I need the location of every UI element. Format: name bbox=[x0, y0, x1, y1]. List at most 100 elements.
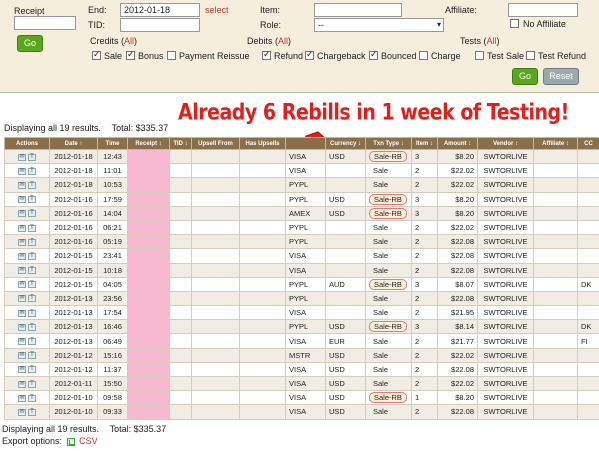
email-icon[interactable]: ✉ bbox=[18, 309, 26, 317]
charge-checkbox[interactable] bbox=[419, 51, 428, 60]
reset-button[interactable]: Reset bbox=[543, 68, 579, 85]
text-icon[interactable]: T bbox=[28, 238, 36, 246]
item-input[interactable] bbox=[314, 3, 402, 17]
column-header[interactable]: Upsell From bbox=[191, 137, 240, 150]
text-icon[interactable]: T bbox=[28, 224, 36, 232]
text-icon[interactable]: T bbox=[28, 323, 36, 331]
affiliate-cell bbox=[533, 404, 578, 420]
text-icon[interactable]: T bbox=[28, 210, 36, 218]
tests-all-link[interactable]: All bbox=[487, 36, 497, 46]
email-icon[interactable]: ✉ bbox=[18, 323, 26, 331]
test-refund-checkbox[interactable] bbox=[526, 51, 535, 60]
test-sale-checkbox[interactable] bbox=[475, 51, 484, 60]
text-icon[interactable]: T bbox=[28, 181, 36, 189]
no-affiliate-checkbox[interactable] bbox=[510, 19, 519, 28]
email-icon[interactable]: ✉ bbox=[18, 181, 26, 189]
table-row[interactable]: ✉ T 2012-01-16 05:19 PYPL Sale 2 $22.08 SWTORLIV… bbox=[4, 234, 599, 250]
text-icon[interactable]: T bbox=[28, 281, 36, 289]
go-button-left[interactable]: Go bbox=[17, 35, 43, 52]
column-header[interactable]: Txn Type ↕ bbox=[365, 137, 412, 150]
table-row[interactable]: ✉ T 2012-01-10 09:58 VISA USD Sale-RB 1 $8.20 SWT… bbox=[4, 390, 599, 406]
table-row[interactable]: ✉ T 2012-01-15 10:18 VISA Sale 2 $22.08 SWTORLIV… bbox=[4, 262, 599, 278]
email-icon[interactable]: ✉ bbox=[18, 252, 26, 260]
debits-all-link[interactable]: All bbox=[278, 36, 288, 46]
column-header[interactable]: Amount ↕ bbox=[437, 137, 478, 150]
table-row[interactable]: ✉ T 2012-01-16 14:04 AMEX USD Sale-RB 3 $8.20 SWT… bbox=[4, 205, 599, 221]
column-header[interactable]: Actions bbox=[4, 137, 50, 150]
email-icon[interactable]: ✉ bbox=[18, 408, 26, 416]
text-icon[interactable]: T bbox=[28, 153, 36, 161]
affiliate-input[interactable] bbox=[508, 3, 578, 17]
email-icon[interactable]: ✉ bbox=[18, 238, 26, 246]
chargeback-checkbox[interactable] bbox=[305, 49, 314, 60]
table-row[interactable]: ✉ T 2012-01-18 12:43 VISA USD Sale-RB 3 $8.20 SWT… bbox=[4, 148, 599, 165]
column-header[interactable]: Vendor ↕ bbox=[477, 137, 534, 150]
column-header[interactable]: Currency ↕ bbox=[325, 137, 366, 150]
table-row[interactable]: ✉ T 2012-01-13 23:56 PYPL Sale 2 $22.08 SWTORLIV… bbox=[4, 290, 599, 307]
table-row[interactable]: ✉ T 2012-01-16 17:59 PYPL USD Sale-RB 3 $8.20 SWT… bbox=[4, 191, 599, 207]
table-row[interactable]: ✉ T 2012-01-18 10:53 PYPL Sale 2 $22.02 SWTORLIV… bbox=[4, 177, 599, 193]
table-row[interactable]: ✉ T 2012-01-13 17:54 VISA Sale 2 $21.95 SWTORLIV… bbox=[4, 305, 599, 321]
column-header[interactable]: Item ↕ bbox=[411, 137, 438, 150]
tid-cell bbox=[169, 390, 192, 406]
text-icon[interactable]: T bbox=[28, 338, 36, 346]
email-icon[interactable]: ✉ bbox=[18, 196, 26, 204]
table-row[interactable]: ✉ T 2012-01-13 16:46 PYPL USD Sale-RB 3 $8.14 SWT… bbox=[4, 319, 599, 335]
credits-all-link[interactable]: All bbox=[124, 36, 134, 46]
bonus-checkbox[interactable] bbox=[126, 49, 135, 60]
email-icon[interactable]: ✉ bbox=[18, 224, 26, 232]
csv-export-link[interactable]: CSV bbox=[79, 436, 98, 446]
table-row[interactable]: ✉ T 2012-01-15 23:41 VISA Sale 2 $22.08 SWTORLIV… bbox=[4, 248, 599, 264]
email-icon[interactable]: ✉ bbox=[18, 380, 26, 388]
email-icon[interactable]: ✉ bbox=[18, 295, 26, 303]
text-icon[interactable]: T bbox=[28, 394, 36, 402]
text-icon[interactable]: T bbox=[28, 295, 36, 303]
email-icon[interactable]: ✉ bbox=[18, 281, 26, 289]
table-row[interactable]: ✉ T 2012-01-13 06:49 VISA EUR Sale 2 $21.77 SWTOR… bbox=[4, 333, 599, 349]
sale-checkbox[interactable] bbox=[92, 49, 101, 60]
table-row[interactable]: ✉ T 2012-01-18 11:01 VISA Sale 2 $22.02 SWTORLIV… bbox=[4, 163, 599, 179]
text-icon[interactable]: T bbox=[28, 309, 36, 317]
column-header[interactable]: Has Upsells bbox=[239, 137, 286, 150]
text-icon[interactable]: T bbox=[28, 380, 36, 388]
table-row[interactable]: ✉ T 2012-01-10 09:33 VISA USD Sale 2 $22.08 SWTOR… bbox=[4, 404, 599, 420]
role-select[interactable]: -- ▾ bbox=[314, 18, 444, 32]
email-icon[interactable]: ✉ bbox=[18, 210, 26, 218]
email-icon[interactable]: ✉ bbox=[18, 352, 26, 360]
txn-type-cell: Sale bbox=[365, 404, 412, 420]
receipt-input[interactable] bbox=[14, 16, 76, 30]
email-icon[interactable]: ✉ bbox=[18, 366, 26, 374]
text-icon[interactable]: T bbox=[28, 408, 36, 416]
column-header[interactable]: Date ↑ bbox=[49, 137, 98, 150]
go-button[interactable]: Go bbox=[512, 68, 538, 85]
table-row[interactable]: ✉ T 2012-01-15 04:05 PYPL AUD Sale-RB 3 $8.07 SWT… bbox=[4, 276, 599, 292]
select-date-link[interactable]: select bbox=[205, 5, 229, 15]
tid-input[interactable] bbox=[120, 18, 200, 32]
email-icon[interactable]: ✉ bbox=[18, 338, 26, 346]
column-header[interactable]: Affiliate ↕ bbox=[533, 137, 578, 150]
text-icon[interactable]: T bbox=[28, 196, 36, 204]
column-header[interactable]: Receipt ↕ bbox=[127, 137, 170, 150]
bounced-checkbox[interactable] bbox=[369, 49, 378, 60]
table-row[interactable]: ✉ T 2012-01-12 15:16 MSTR USD Sale 2 $22.02 SWTOR… bbox=[4, 347, 599, 363]
column-header[interactable]: Time bbox=[97, 137, 128, 150]
email-icon[interactable]: ✉ bbox=[18, 267, 26, 275]
email-icon[interactable]: ✉ bbox=[18, 167, 26, 175]
table-row[interactable]: ✉ T 2012-01-12 11:37 VISA USD Sale 2 $22.08 SWTOR… bbox=[4, 361, 599, 378]
text-icon[interactable]: T bbox=[28, 366, 36, 374]
column-header[interactable]: CC bbox=[577, 137, 599, 150]
text-icon[interactable]: T bbox=[28, 167, 36, 175]
table-row[interactable]: ✉ T 2012-01-11 15:50 VISA USD Sale 2 $22.02 SWTOR… bbox=[4, 375, 599, 392]
test-refund-label: Test Refund bbox=[538, 51, 587, 61]
email-icon[interactable]: ✉ bbox=[18, 153, 26, 161]
column-header[interactable]: TID ↕ bbox=[169, 137, 192, 150]
column-header[interactable] bbox=[285, 137, 326, 150]
text-icon[interactable]: T bbox=[28, 252, 36, 260]
refund-checkbox[interactable] bbox=[262, 49, 271, 60]
end-date-input[interactable]: 2012-01-18 bbox=[120, 3, 200, 17]
text-icon[interactable]: T bbox=[28, 352, 36, 360]
payment-reissue-checkbox[interactable] bbox=[167, 51, 176, 60]
text-icon[interactable]: T bbox=[28, 267, 36, 275]
email-icon[interactable]: ✉ bbox=[18, 394, 26, 402]
table-row[interactable]: ✉ T 2012-01-16 06:21 PYPL Sale 2 $22.02 SWTORLIV… bbox=[4, 219, 599, 236]
